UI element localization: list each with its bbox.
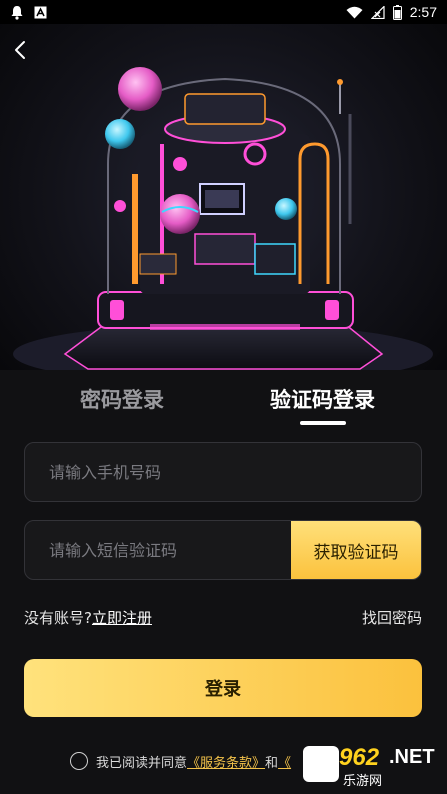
agreement-prefix: 我已阅读并同意 [96,755,188,771]
phone-input[interactable] [25,443,421,501]
tab-code-login[interactable]: 验证码登录 [270,384,375,414]
notification-bell-icon [11,5,23,20]
neon-machine-illustration [13,67,433,384]
status-time: 2:57 [409,4,437,20]
register-link[interactable]: 立即注册 [92,609,152,627]
terms-of-service-link[interactable]: 《服务条款》 [187,752,265,771]
tab-password-login[interactable]: 密码登录 [80,384,164,414]
agreement-checkbox[interactable] [70,752,88,770]
back-button[interactable] [6,36,34,64]
agreement-and: 和 [265,755,279,771]
no-account-text: 没有账号?立即注册 [24,607,152,628]
wifi-icon [346,6,363,18]
login-tabs: 密码登录 验证码登录 [0,370,447,426]
watermark-subtitle: 乐游网 [343,774,383,789]
watermark-logo: 962 .NET 乐游网 [303,744,443,790]
signal-icon [370,5,385,19]
chevron-left-icon [15,41,25,59]
battery-icon [392,4,402,20]
login-button[interactable]: 登录 [24,659,422,717]
status-left [10,5,47,20]
agreement-row: 我已阅读并同意 《服务条款》 和 《 [70,750,291,772]
watermark-number: 962 [339,744,380,771]
watermark-net: .NET [389,746,435,768]
sms-code-input[interactable] [25,521,291,579]
account-links-row: 没有账号?立即注册 找回密码 [24,607,422,629]
status-bar: 2:57 [0,0,447,24]
active-tab-indicator [300,421,346,425]
app-a-icon [34,6,47,18]
phone-field [24,442,422,502]
watermark-badge-icon [303,746,339,782]
login-panel [0,370,447,794]
privacy-policy-link[interactable]: 《 [278,752,291,771]
no-account-label: 没有账号? [24,609,92,627]
get-code-button[interactable]: 获取验证码 [291,521,421,579]
sms-code-field: 获取验证码 [24,520,422,580]
hero-illustration [0,24,447,400]
status-right: 2:57 [346,4,437,20]
forgot-password-link[interactable]: 找回密码 [362,607,422,628]
